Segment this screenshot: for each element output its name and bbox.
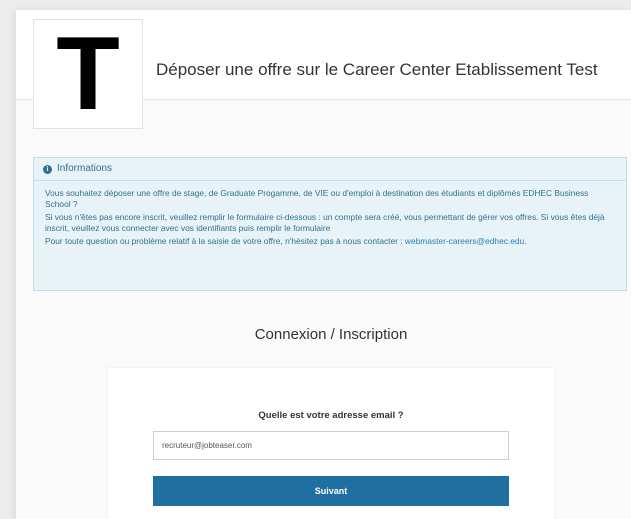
info-body: Vous souhaitez déposer une offre de stag… bbox=[34, 181, 626, 247]
info-heading-label: Informations bbox=[57, 163, 113, 174]
info-heading: i Informations bbox=[34, 158, 626, 181]
info-contact-text: Pour toute question ou problème relatif … bbox=[45, 236, 405, 246]
email-field[interactable] bbox=[153, 431, 509, 460]
contact-email-link[interactable]: webmaster-careers@edhec.edu bbox=[405, 236, 524, 246]
info-contact-end: . bbox=[524, 236, 527, 246]
logo: T bbox=[33, 16, 143, 132]
info-paragraph-register: Si vous n'êtes pas encore inscrit, veuil… bbox=[45, 212, 605, 233]
page-title: Déposer une offre sur le Career Center E… bbox=[156, 60, 598, 79]
next-button[interactable]: Suivant bbox=[153, 476, 509, 506]
info-paragraph-intro: Vous souhaitez déposer une offre de stag… bbox=[45, 188, 589, 209]
logo-letter: T bbox=[56, 16, 120, 132]
info-circle-icon: i bbox=[43, 164, 52, 174]
login-card: Quelle est votre adresse email ? Suivant bbox=[108, 368, 554, 519]
page: Déposer une offre sur le Career Center E… bbox=[16, 10, 631, 519]
section-title: Connexion / Inscription bbox=[254, 326, 408, 343]
email-question: Quelle est votre adresse email ? bbox=[258, 410, 404, 421]
info-paragraph-contact: Pour toute question ou problème relatif … bbox=[45, 236, 615, 247]
info-panel: i Informations Vous souhaitez déposer un… bbox=[33, 157, 627, 291]
